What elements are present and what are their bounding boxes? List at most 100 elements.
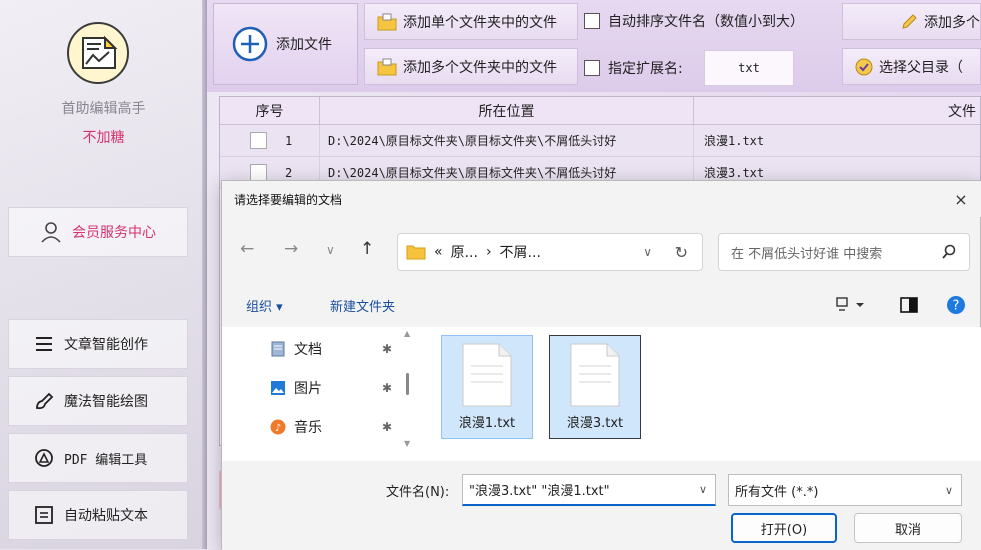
nav-auto-paste[interactable]: 自动粘贴文本 (8, 490, 188, 540)
paste-icon (35, 506, 53, 524)
nav-label: 文章智能创作 (64, 337, 148, 353)
add-single-folder-label: 添加单个文件夹中的文件 (403, 14, 557, 31)
pencil-icon (902, 13, 917, 29)
row-checkbox[interactable] (250, 132, 267, 149)
new-folder-button[interactable]: 新建文件夹 (330, 296, 395, 315)
navigation-bar: ← → ∨ ↑ « 原... › 不屑... ∨ ↻ 在 不屑低头讨好谁 中搜索 (222, 217, 981, 283)
close-icon[interactable]: × (950, 188, 972, 210)
file-name: 浪漫3.txt (566, 416, 624, 431)
filename-label: 文件名(N): (386, 485, 450, 500)
toolbar: 添加文件 添加单个文件夹中的文件 添加多个文件夹中的文件 自动排序文件名（数值小… (207, 0, 981, 92)
folder-icon (377, 13, 397, 30)
address-bar[interactable]: « 原... › 不屑... ∨ ↻ (397, 233, 703, 271)
quick-access-music[interactable]: ♪ 音乐 (270, 417, 322, 437)
up-arrow-icon[interactable]: ↑ (360, 239, 374, 259)
quick-access-pictures[interactable]: 图片 (270, 378, 322, 398)
checkbox-box[interactable] (584, 13, 600, 29)
dialog-title: 请选择要编辑的文档 (222, 181, 981, 217)
user-icon (41, 222, 61, 243)
address-dropdown-icon[interactable]: ∨ (643, 245, 652, 259)
folder-icon (406, 245, 426, 260)
folder-icon (377, 58, 397, 75)
row-file: 浪漫1.txt (704, 134, 765, 148)
plus-circle-icon (232, 26, 268, 62)
text-file-icon (462, 343, 512, 407)
nav-pdf-tools[interactable]: PDF 编辑工具 (8, 433, 188, 483)
specify-ext-checkbox[interactable]: 指定扩展名: (584, 58, 683, 78)
tree-label: 文档 (294, 342, 322, 358)
checkbox-box[interactable] (584, 60, 600, 76)
auto-sort-checkbox[interactable]: 自动排序文件名（数值小到大） (584, 11, 804, 31)
app-logo-icon (67, 22, 129, 84)
preview-pane-icon[interactable] (900, 297, 918, 313)
auto-sort-label: 自动排序文件名（数值小到大） (608, 14, 804, 30)
header-no[interactable]: 序号 (220, 97, 320, 124)
picture-icon (271, 381, 285, 395)
cancel-button[interactable]: 取消 (854, 513, 962, 543)
add-file-label: 添加文件 (276, 37, 332, 53)
forward-arrow-icon[interactable]: → (284, 239, 298, 259)
text-file-icon (570, 343, 620, 407)
add-file-button[interactable]: 添加文件 (213, 3, 358, 85)
brush-icon (36, 392, 54, 410)
filename-input[interactable]: "浪漫3.txt" "浪漫1.txt" ∨ (462, 474, 716, 506)
open-button[interactable]: 打开(O) (731, 513, 837, 543)
quick-access-documents[interactable]: 文档 (270, 339, 322, 359)
folder-check-icon (855, 58, 873, 75)
file-name: 浪漫1.txt (458, 416, 516, 431)
sidebar: 首助编辑高手 不加糖 会员服务中心 文章智能创作 魔法智能绘图 PDF 编辑工具 (0, 0, 207, 549)
file-item[interactable]: 浪漫3.txt (549, 335, 641, 439)
row-checkbox[interactable] (250, 164, 267, 181)
filetype-value: 所有文件 (*.*) (735, 484, 819, 500)
pin-icon[interactable]: ✱ (382, 342, 392, 356)
breadcrumb-item[interactable]: 不屑... (500, 242, 541, 262)
add-single-folder-button[interactable]: 添加单个文件夹中的文件 (364, 3, 578, 40)
svg-text:?: ? (953, 299, 960, 314)
add-multi-folder-label: 添加多个文件夹中的文件 (403, 59, 557, 76)
open-file-dialog: 请选择要编辑的文档 × ← → ∨ ↑ « 原... › 不屑... ∨ ↻ 在… (221, 180, 981, 550)
nav-label: 自动粘贴文本 (64, 508, 148, 524)
row-number-cell: 1 (220, 125, 320, 156)
filetype-select[interactable]: 所有文件 (*.*) ∨ (728, 474, 962, 506)
row-location: D:\2024\原目标文件夹\原目标文件夹\不屑低头讨好 (320, 125, 694, 156)
help-icon[interactable]: ? (946, 295, 966, 315)
pdf-icon (35, 449, 53, 467)
back-arrow-icon[interactable]: ← (240, 239, 254, 259)
organize-menu[interactable]: 组织 ▾ (246, 296, 283, 315)
header-location[interactable]: 所在位置 (320, 97, 694, 124)
nav-magic-drawing[interactable]: 魔法智能绘图 (8, 376, 188, 426)
table-header: 序号 所在位置 文件 (220, 97, 980, 125)
pin-icon[interactable]: ✱ (382, 381, 392, 395)
recent-chevron-icon[interactable]: ∨ (326, 243, 335, 257)
header-file[interactable]: 文件 (694, 97, 980, 124)
row-number: 1 (285, 133, 293, 148)
row-number: 2 (285, 165, 293, 180)
tree-scrollbar[interactable]: ▲ ▼ (402, 327, 414, 461)
menu-lines-icon (36, 337, 52, 351)
extension-input[interactable]: txt (704, 50, 794, 86)
nav-article-writing[interactable]: 文章智能创作 (8, 319, 188, 369)
breadcrumb-item[interactable]: 原... (451, 242, 478, 262)
search-input[interactable]: 在 不屑低头讨好谁 中搜索 (718, 233, 970, 271)
file-browser: 文档 ✱ 图片 ✱ ♪ 音乐 ✱ ▲ ▼ 浪漫1.txt 浪漫3.txt (222, 327, 981, 461)
add-multi-right-button[interactable]: 添加多个 (842, 3, 981, 40)
svg-text:♪: ♪ (275, 423, 281, 434)
chevron-down-icon[interactable]: ∨ (699, 483, 707, 496)
select-parent-button[interactable]: 选择父目录（ (842, 48, 981, 85)
nav-label: 魔法智能绘图 (64, 394, 148, 410)
member-center-label: 会员服务中心 (72, 225, 156, 241)
member-center-button[interactable]: 会员服务中心 (8, 207, 188, 257)
add-multi-folder-button[interactable]: 添加多个文件夹中的文件 (364, 48, 578, 85)
command-bar: 组织 ▾ 新建文件夹 ? (222, 285, 981, 325)
refresh-icon[interactable]: ↻ (675, 243, 688, 262)
app-subtitle: 不加糖 (82, 130, 125, 146)
select-parent-label: 选择父目录（ (879, 59, 963, 76)
app-name: 首助编辑高手 (61, 101, 146, 117)
view-options-icon[interactable] (836, 297, 866, 313)
pin-icon[interactable]: ✱ (382, 420, 392, 434)
search-icon (942, 244, 956, 259)
file-item[interactable]: 浪漫1.txt (441, 335, 533, 439)
chevron-down-icon[interactable]: ∨ (945, 484, 953, 497)
breadcrumb-collapse[interactable]: « (434, 244, 443, 260)
table-row[interactable]: 1 D:\2024\原目标文件夹\原目标文件夹\不屑低头讨好 浪漫1.txt (220, 125, 980, 157)
